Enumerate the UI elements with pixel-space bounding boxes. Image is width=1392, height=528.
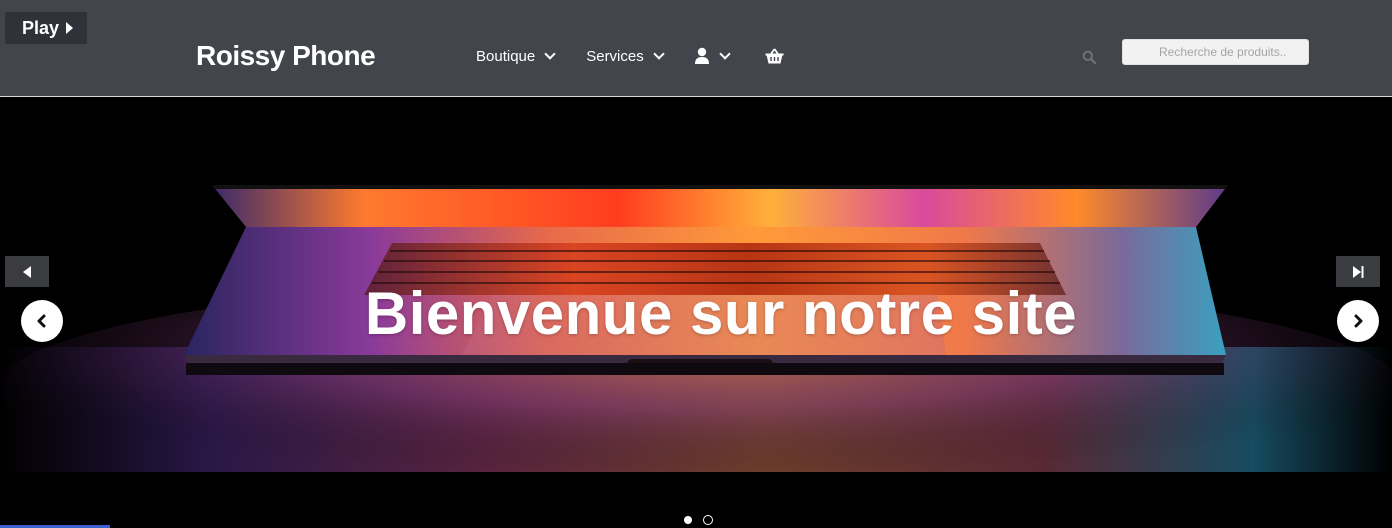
chevron-down-icon [719,47,731,60]
slider-pagination [684,515,724,525]
hero-slider: Bienvenue sur notre site [0,97,1392,477]
main-nav: Boutique Services [476,47,784,65]
slider-next-square-button[interactable] [1336,256,1380,287]
play-icon [66,22,74,34]
slider-prev-square-button[interactable] [5,256,49,287]
search-icon[interactable] [1082,50,1096,64]
nav-account[interactable] [663,47,731,65]
basket-icon[interactable] [765,48,784,64]
play-button[interactable]: Play [5,12,87,44]
hero-title: Bienvenue sur notre site [364,280,1078,347]
nav-services-label: Services [586,47,644,65]
user-icon [694,47,709,64]
play-label: Play [22,17,60,38]
chevron-left-icon [37,314,46,328]
slider-dot-1[interactable] [684,516,692,524]
chevron-right-icon [1354,314,1363,328]
search-input[interactable] [1122,39,1309,65]
skip-next-icon [1353,265,1364,278]
nav-boutique[interactable]: Boutique [476,47,556,65]
site-logo[interactable]: Roissy Phone [196,40,376,72]
slider-dot-2[interactable] [703,515,713,525]
chevron-down-icon [544,47,556,60]
slider-prev-button[interactable] [21,300,63,342]
slider-next-button[interactable] [1337,300,1379,342]
nav-boutique-label: Boutique [476,47,536,65]
caret-left-icon [23,265,31,278]
nav-services[interactable]: Services [586,47,665,65]
site-header: Play Roissy Phone Boutique Services [0,0,1392,97]
